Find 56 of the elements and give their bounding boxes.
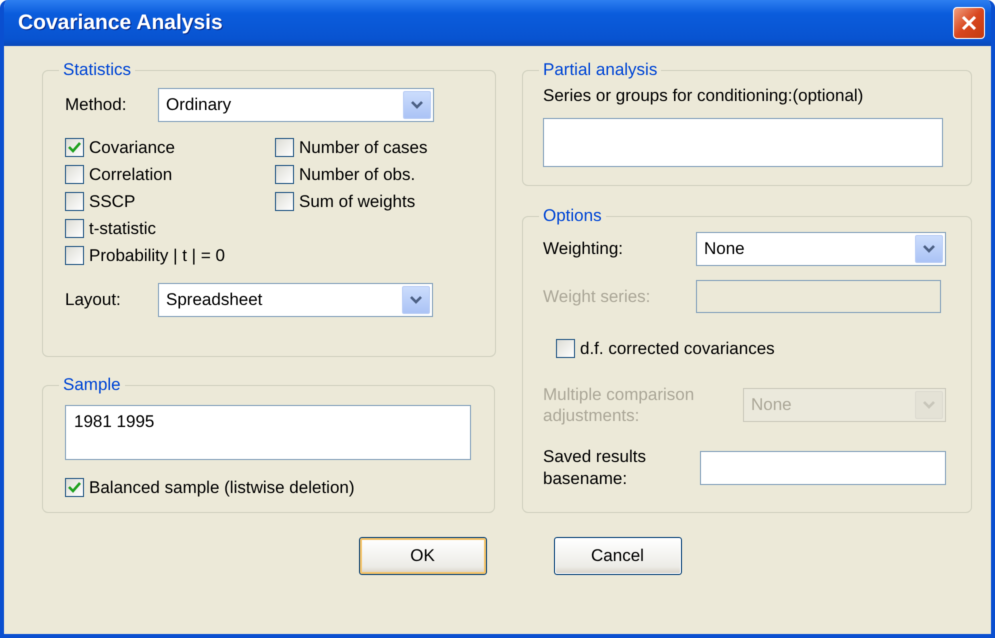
field-label: Series or groups for conditioning:(optional) [543, 86, 864, 106]
group-title: Options [542, 206, 603, 226]
input-field[interactable] [696, 280, 941, 313]
checkbox[interactable] [275, 192, 294, 211]
checkbox-label: SSCP [89, 192, 136, 212]
checkbox-label: Number of obs. [299, 164, 416, 184]
group-title: Partial analysis [542, 60, 658, 80]
group-title: Sample [62, 375, 122, 395]
field-label: Weighting: [543, 239, 624, 259]
dropdown-value: Ordinary [165, 95, 232, 115]
dropdown-value: None [750, 395, 793, 415]
checkbox-label: Covariance [89, 138, 175, 158]
dropdown[interactable]: Spreadsheet [158, 283, 433, 317]
checkbox[interactable] [275, 165, 294, 184]
checkbox[interactable] [65, 165, 84, 184]
field-label: Method: [65, 95, 128, 115]
checkbox[interactable] [65, 138, 84, 157]
checkbox[interactable] [65, 219, 84, 238]
close-icon [961, 15, 977, 31]
dropdown-value: None [703, 239, 746, 259]
input-field[interactable] [543, 118, 943, 167]
checkbox-label: d.f. corrected covariances [580, 338, 775, 358]
checkbox-label: t-statistic [89, 218, 156, 238]
checkbox-label: Correlation [89, 164, 172, 184]
checkbox-label: Number of cases [299, 138, 428, 158]
checkbox[interactable] [556, 339, 575, 358]
check-icon [68, 142, 81, 153]
sample-field[interactable]: 1981 1995 [65, 405, 471, 460]
chevron-down-icon [409, 295, 423, 305]
chevron-down-icon [410, 100, 424, 110]
input-field[interactable] [700, 451, 946, 485]
checkbox-label: Probability | t | = 0 [89, 246, 225, 266]
close-button[interactable] [953, 7, 985, 39]
field-label: Layout: [65, 290, 122, 310]
checkbox-label: Sum of weights [299, 192, 416, 212]
group-title: Statistics [62, 60, 132, 80]
checkbox[interactable] [65, 192, 84, 211]
dropdown-value: Spreadsheet [165, 290, 264, 310]
dropdown-button[interactable] [402, 286, 430, 314]
field-label: Multiple comparison adjustments: [543, 384, 696, 426]
dialog-button[interactable]: OK [358, 537, 486, 575]
chevron-down-icon [922, 400, 936, 410]
window-title: Covariance Analysis [18, 11, 223, 35]
checkbox[interactable] [65, 478, 84, 497]
checkbox-label: Balanced sample (listwise deletion) [89, 478, 355, 498]
field-label: Saved results basename: [543, 446, 647, 490]
dropdown-button[interactable] [915, 235, 943, 263]
checkbox[interactable] [275, 138, 294, 157]
dropdown[interactable]: Ordinary [158, 88, 434, 122]
dropdown[interactable]: None [696, 232, 946, 266]
check-icon [68, 482, 81, 493]
dropdown-button[interactable] [403, 91, 431, 119]
dialog-button[interactable]: Cancel [554, 537, 682, 575]
chevron-down-icon [922, 244, 936, 254]
checkbox[interactable] [65, 246, 84, 265]
field-label: Weight series: [543, 286, 652, 306]
